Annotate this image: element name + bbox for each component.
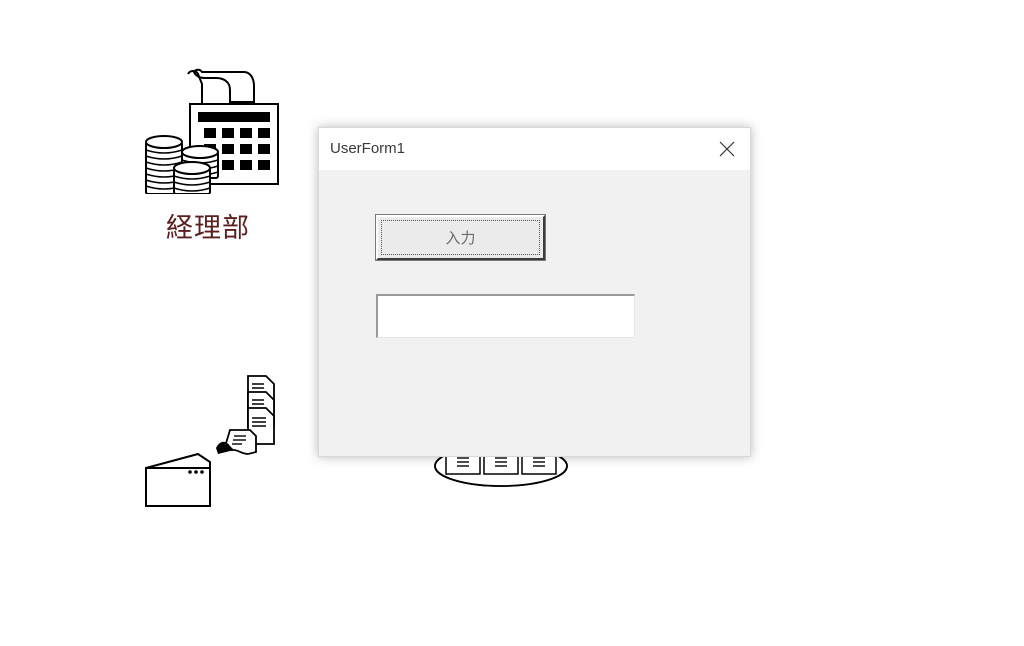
userform-dialog: UserForm1 入力 (318, 127, 751, 457)
desktop-canvas: 経理部 UserForm1 入力 (0, 0, 1024, 646)
fax-documents-icon (145, 375, 275, 507)
dialog-titlebar[interactable]: UserForm1 (319, 128, 750, 170)
textbox-field[interactable] (376, 294, 635, 338)
close-button[interactable] (704, 128, 750, 170)
close-icon (719, 141, 735, 157)
input-command-button[interactable]: 入力 (375, 214, 546, 261)
calculator-coins-icon (145, 68, 279, 194)
input-button-label: 入力 (445, 229, 476, 247)
accounting-department-label: 経理部 (166, 213, 250, 244)
dialog-title: UserForm1 (330, 140, 406, 157)
